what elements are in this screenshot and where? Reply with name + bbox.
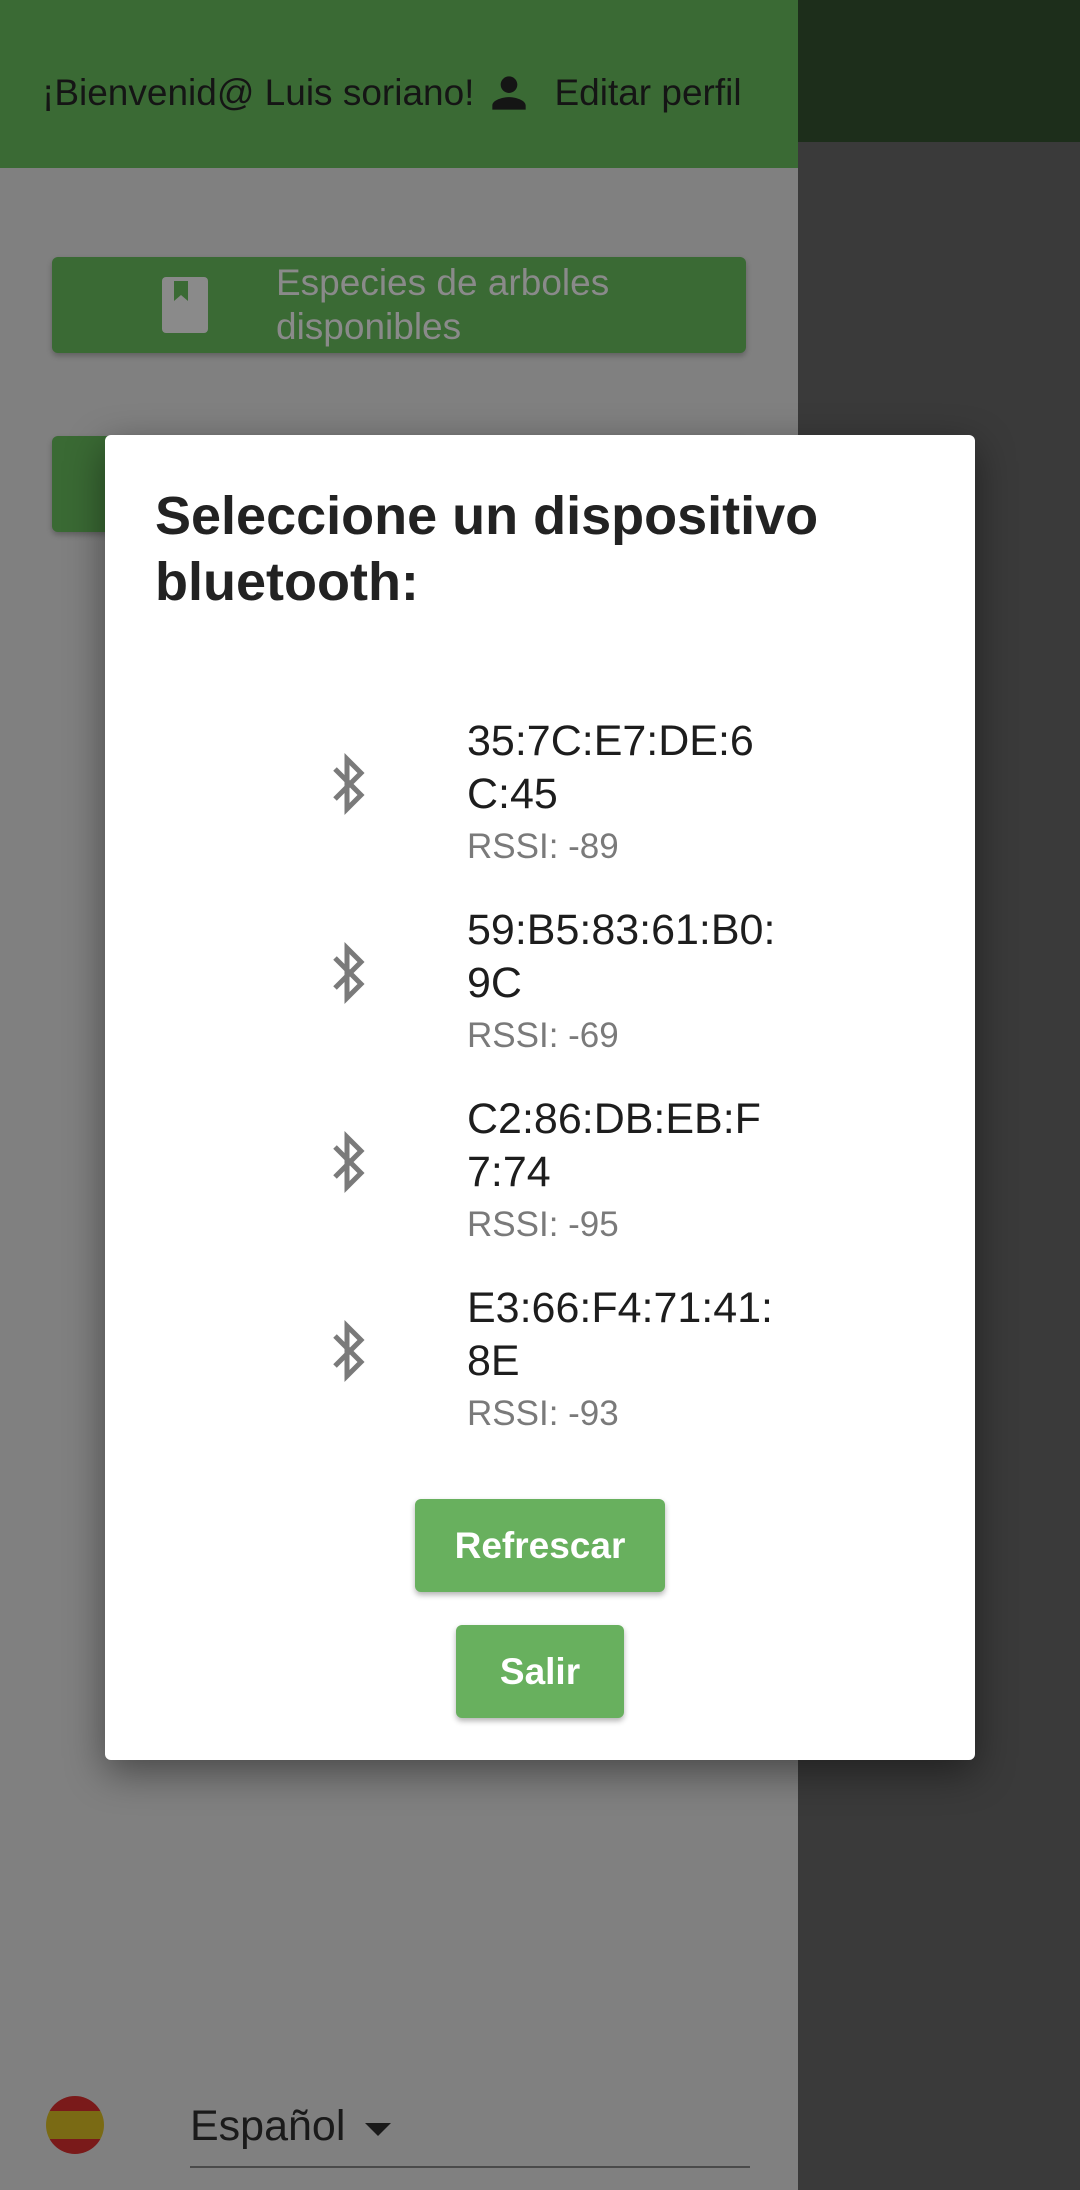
bluetooth-icon (327, 940, 371, 1006)
drawer-header: ¡Bienvenid@ Luis soriano! Editar perfil (0, 0, 798, 168)
language-value: Español (190, 2101, 346, 2150)
device-address: C2:86:DB:EB:F7:74 (467, 1095, 761, 1196)
device-item[interactable]: E3:66:F4:71:41:8E RSSI: -93 (105, 1284, 975, 1444)
refresh-button[interactable]: Refrescar (415, 1499, 665, 1592)
device-item[interactable]: 35:7C:E7:DE:6C:45 RSSI: -89 (105, 717, 975, 877)
book-icon (162, 277, 208, 333)
device-address: E3:66:F4:71:41:8E (467, 1284, 773, 1385)
tree-species-button[interactable]: Especies de arboles disponibles (52, 257, 746, 353)
device-address: 59:B5:83:61:B0:9C (467, 906, 776, 1007)
edit-profile-link[interactable]: Editar perfil (554, 72, 741, 114)
device-rssi: RSSI: -95 (467, 1205, 619, 1244)
bluetooth-dialog: Seleccione un dispositivo bluetooth: 35:… (105, 435, 975, 1760)
device-rssi: RSSI: -69 (467, 1016, 619, 1055)
language-select[interactable]: Español (190, 2086, 750, 2168)
bluetooth-icon (327, 1318, 371, 1384)
spain-flag-icon (46, 2096, 104, 2154)
chevron-down-icon (365, 2122, 392, 2136)
dialog-title: Seleccione un dispositivo bluetooth: (155, 486, 819, 612)
person-icon[interactable] (484, 68, 534, 118)
device-rssi: RSSI: -89 (467, 827, 619, 866)
bluetooth-icon (327, 751, 371, 817)
device-item[interactable]: C2:86:DB:EB:F7:74 RSSI: -95 (105, 1095, 975, 1255)
exit-button[interactable]: Salir (456, 1625, 624, 1718)
bluetooth-icon (327, 1129, 371, 1195)
device-rssi: RSSI: -93 (467, 1394, 619, 1433)
tree-species-label: Especies de arboles disponibles (276, 262, 610, 347)
device-item[interactable]: 59:B5:83:61:B0:9C RSSI: -69 (105, 906, 975, 1066)
welcome-text: ¡Bienvenid@ Luis soriano! (42, 72, 475, 113)
device-address: 35:7C:E7:DE:6C:45 (467, 717, 754, 818)
